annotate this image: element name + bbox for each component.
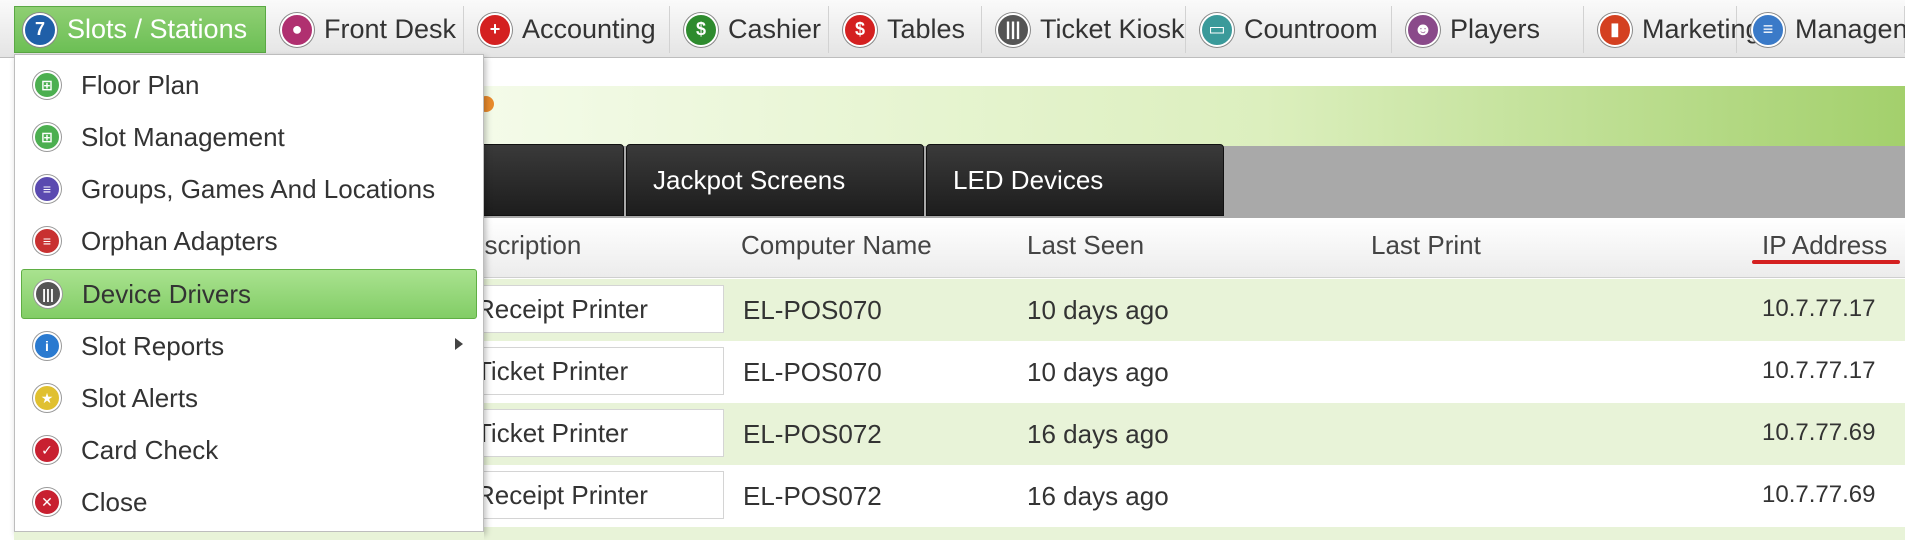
tab-devices[interactable] bbox=[470, 144, 624, 216]
cell-last-seen: 10 days ago bbox=[1027, 357, 1169, 387]
dropdown-item-label: Orphan Adapters bbox=[81, 225, 278, 256]
cell-ip-address: 10.7.77.17 bbox=[1762, 357, 1876, 384]
slot-7-icon: 7 bbox=[23, 12, 57, 47]
grid-icon: ⊞ bbox=[33, 123, 61, 151]
star-icon: ★ bbox=[33, 384, 61, 412]
document-icon: ≡ bbox=[1751, 12, 1785, 47]
cell-computer-name: EL-POS072 bbox=[743, 481, 882, 511]
tab-jackpot-screens[interactable]: Jackpot Screens bbox=[626, 144, 924, 216]
dropdown-item-orphan-adapters[interactable]: ≡ Orphan Adapters bbox=[21, 216, 477, 266]
adapter-icon: ≡ bbox=[33, 227, 61, 255]
menu-marketing[interactable]: ▮ Marketing bbox=[1590, 6, 1761, 53]
barcode-icon: ||| bbox=[996, 12, 1030, 47]
money-icon: ▭ bbox=[1200, 12, 1234, 47]
cell-computer-name: EL-POS070 bbox=[743, 357, 882, 387]
players-icon: ☻ bbox=[1406, 12, 1440, 47]
cell-computer-name: EL-POS072 bbox=[743, 419, 882, 449]
dropdown-item-label: Slot Reports bbox=[81, 330, 225, 361]
cell-ip-address: 10.7.77.17 bbox=[1762, 295, 1876, 322]
slots-stations-dropdown: ⊞ Floor Plan ⊞ Slot Management ≡ Groups, Game… bbox=[14, 54, 484, 532]
top-menu-bar: 7 Slots / Stations ● Front Desk + Accounting $… bbox=[0, 0, 1905, 58]
menu-tables[interactable]: $ Tables bbox=[835, 6, 982, 53]
dropdown-item-label: Groups, Games And Locations bbox=[81, 173, 436, 204]
menu-front-desk[interactable]: ● Front Desk bbox=[272, 6, 464, 53]
column-header-last-print[interactable]: Last Print bbox=[1371, 230, 1481, 261]
cell-description: Ticket Printer bbox=[474, 347, 724, 395]
dropdown-item-device-drivers[interactable]: ||| Device Drivers bbox=[21, 269, 477, 319]
cell-ip-address: 10.7.77.69 bbox=[1762, 419, 1876, 446]
cell-last-seen: 10 days ago bbox=[1027, 295, 1169, 325]
plus-icon: + bbox=[478, 12, 512, 47]
menu-label: Accounting bbox=[522, 14, 656, 44]
dropdown-item-groups-games-and-locations[interactable]: ≡ Groups, Games And Locations bbox=[21, 164, 477, 214]
dropdown-item-slot-reports[interactable]: i Slot Reports bbox=[21, 321, 477, 371]
dropdown-item-label: Floor Plan bbox=[81, 69, 200, 100]
menu-countroom[interactable]: ▭ Countroom bbox=[1192, 6, 1392, 53]
column-header-last-seen[interactable]: Last Seen bbox=[1027, 230, 1144, 261]
menu-slots-stations[interactable]: 7 Slots / Stations bbox=[14, 6, 266, 53]
ip-header-underline bbox=[1752, 260, 1900, 264]
menu-accounting[interactable]: + Accounting bbox=[470, 6, 670, 53]
barcode-icon: ||| bbox=[34, 280, 62, 308]
dropdown-item-floor-plan[interactable]: ⊞ Floor Plan bbox=[21, 60, 477, 110]
close-icon: ✕ bbox=[33, 488, 61, 516]
menu-label: Players bbox=[1450, 14, 1541, 44]
menu-label: Cashier bbox=[728, 14, 822, 44]
column-header-computer-name[interactable]: Computer Name bbox=[741, 230, 932, 261]
cell-computer-name: EL-POS070 bbox=[743, 295, 882, 325]
cell-description: Ticket Printer bbox=[474, 409, 724, 457]
grid-icon: ⊞ bbox=[33, 71, 61, 99]
menu-label: Tables bbox=[887, 14, 966, 44]
dropdown-item-label: Close bbox=[81, 486, 148, 517]
tab-led-devices[interactable]: LED Devices bbox=[926, 144, 1224, 216]
submenu-arrow-icon bbox=[455, 338, 463, 350]
stack-icon: ≡ bbox=[33, 175, 61, 203]
menu-label: Managen bbox=[1795, 14, 1905, 44]
dollar-icon: $ bbox=[684, 12, 718, 47]
dropdown-item-label: Device Drivers bbox=[82, 278, 252, 309]
menu-ticket-kiosk[interactable]: ||| Ticket Kiosk bbox=[988, 6, 1186, 53]
check-icon: ✓ bbox=[33, 436, 61, 464]
cell-description: Receipt Printer bbox=[474, 471, 724, 519]
menu-cashier[interactable]: $ Cashier bbox=[676, 6, 829, 53]
dropdown-item-card-check[interactable]: ✓ Card Check bbox=[21, 425, 477, 475]
dropdown-item-slot-management[interactable]: ⊞ Slot Management bbox=[21, 112, 477, 162]
menu-label: Front Desk bbox=[324, 14, 457, 44]
dropdown-item-label: Slot Management bbox=[81, 121, 285, 152]
cell-description: Receipt Printer bbox=[474, 285, 724, 333]
menu-managen[interactable]: ≡ Managen bbox=[1743, 6, 1905, 53]
page-banner bbox=[480, 86, 1905, 146]
menu-label: Ticket Kiosk bbox=[1040, 14, 1185, 44]
cell-last-seen: 16 days ago bbox=[1027, 481, 1169, 511]
cell-last-seen: 16 days ago bbox=[1027, 419, 1169, 449]
info-icon: i bbox=[33, 332, 61, 360]
chip-icon: $ bbox=[843, 12, 877, 47]
menu-label: Slots / Stations bbox=[67, 14, 248, 44]
dropdown-item-slot-alerts[interactable]: ★ Slot Alerts bbox=[21, 373, 477, 423]
column-header-description[interactable]: escription bbox=[470, 230, 581, 261]
dropdown-item-label: Slot Alerts bbox=[81, 382, 199, 413]
front-desk-icon: ● bbox=[280, 12, 314, 47]
table-header bbox=[480, 218, 1905, 278]
menu-players[interactable]: ☻ Players bbox=[1398, 6, 1584, 53]
menu-label: Countroom bbox=[1244, 14, 1378, 44]
column-header-ip-address[interactable]: IP Address bbox=[1762, 230, 1887, 261]
cell-ip-address: 10.7.77.69 bbox=[1762, 481, 1876, 508]
table-row-partial bbox=[480, 527, 1905, 540]
chart-icon: ▮ bbox=[1598, 12, 1632, 47]
dropdown-bottom-strip bbox=[14, 532, 484, 540]
dropdown-item-close[interactable]: ✕ Close bbox=[21, 477, 477, 527]
dropdown-item-label: Card Check bbox=[81, 434, 219, 465]
